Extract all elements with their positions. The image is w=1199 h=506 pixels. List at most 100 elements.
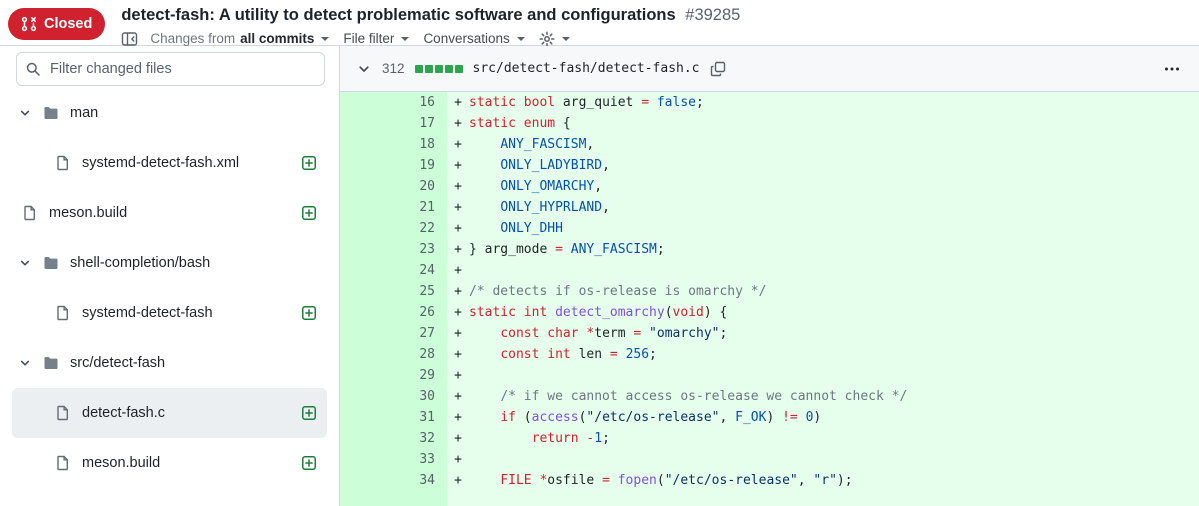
diff-panel: 312 src/detect-fash/detect-fash.c 16 + s…	[340, 46, 1199, 506]
code-token: ,	[719, 410, 736, 425]
code-token: ) {	[703, 305, 728, 320]
line-number[interactable]: 20	[340, 176, 447, 197]
code-text: FILE *osfile = fopen("/etc/os-release", …	[469, 470, 1199, 491]
line-number[interactable]: 23	[340, 239, 447, 260]
code-token: !=	[782, 410, 798, 425]
diffstat	[414, 64, 463, 73]
page-title: detect-fash: A utility to detect problem…	[121, 6, 676, 24]
code-token: ONLY_HYPRLAND	[500, 200, 603, 215]
diff-line: 18 + ANY_FASCISM,	[340, 134, 1199, 155]
file-icon	[55, 305, 71, 321]
line-number[interactable]: 31	[340, 407, 447, 428]
diff-line: 29 +	[340, 365, 1199, 386]
tree-item-label: meson.build	[49, 205, 128, 221]
file-icon	[55, 155, 71, 171]
line-number[interactable]: 22	[340, 218, 447, 239]
git-pull-request-closed-icon	[21, 16, 37, 32]
file-options-button[interactable]	[1163, 61, 1181, 77]
line-number[interactable]: 33	[340, 449, 447, 470]
line-number[interactable]: 29	[340, 365, 447, 386]
code-token: ,	[602, 200, 610, 215]
diff-line: 32 + return -1;	[340, 428, 1199, 449]
code-token: access	[531, 410, 579, 425]
tree-folder-man[interactable]: man	[12, 88, 327, 138]
code-token: term	[594, 326, 634, 341]
diff-line: 16 + static bool arg_quiet = false;	[340, 92, 1199, 113]
file-icon	[55, 455, 71, 471]
changes-from-value: all commits	[240, 31, 315, 46]
code-token: arg_quiet	[555, 95, 642, 110]
code-token: osfile	[547, 473, 603, 488]
line-number[interactable]: 19	[340, 155, 447, 176]
diff-settings-dropdown[interactable]	[537, 30, 572, 47]
tree-item-label: shell-completion/bash	[70, 255, 211, 271]
tree-folder-shell-completion-bash[interactable]: shell-completion/bash	[12, 238, 327, 288]
line-number[interactable]: 34	[340, 470, 447, 491]
code-token: ,	[602, 158, 610, 173]
chevron-down-icon	[18, 256, 32, 270]
line-number[interactable]: 16	[340, 92, 447, 113]
tree-file-meson-build[interactable]: meson.build	[12, 188, 327, 238]
chevron-down-icon	[18, 356, 32, 370]
diff-line: 34 + FILE *osfile = fopen("/etc/os-releas…	[340, 470, 1199, 491]
code-text: ONLY_DHH	[469, 218, 1199, 239]
line-number[interactable]: 17	[340, 113, 447, 134]
code-token: "omarchy"	[649, 326, 720, 341]
diff-line: 19 + ONLY_LADYBIRD,	[340, 155, 1199, 176]
code-text: static int detect_omarchy(void) {	[469, 302, 1199, 323]
diffstat-block	[414, 64, 423, 73]
file-filter-dropdown[interactable]: File filter	[341, 31, 411, 46]
code-token: enum	[523, 116, 556, 131]
content: man systemd-detect-fash.xml meson.build she…	[0, 46, 1199, 506]
collapse-file-button[interactable]	[356, 61, 372, 77]
changes-from-dropdown[interactable]: Changes from all commits	[148, 31, 331, 46]
tree-file-systemd-detect-fash[interactable]: systemd-detect-fash	[12, 288, 327, 338]
diff-line: 33 +	[340, 449, 1199, 470]
copy-path-button[interactable]	[710, 61, 726, 77]
conversations-label: Conversations	[423, 31, 510, 46]
diff-marker: +	[447, 197, 469, 218]
conversations-dropdown[interactable]: Conversations	[421, 31, 526, 46]
line-number[interactable]: 28	[340, 344, 447, 365]
header-main: detect-fash: A utility to detect problem…	[121, 6, 740, 49]
line-number[interactable]: 25	[340, 281, 447, 302]
line-number[interactable]: 24	[340, 260, 447, 281]
line-number[interactable]: 26	[340, 302, 447, 323]
code-token: if	[500, 410, 516, 425]
line-number[interactable]: 27	[340, 323, 447, 344]
code-token: (	[515, 410, 532, 425]
caret-down-icon	[401, 36, 410, 41]
code-token: ,	[797, 473, 814, 488]
line-number[interactable]: 30	[340, 386, 447, 407]
code-token: =	[602, 473, 610, 488]
diffstat-block	[424, 64, 433, 73]
tree-file-meson-build[interactable]: meson.build	[12, 438, 327, 488]
folder-icon	[43, 255, 59, 271]
tree-item-label: systemd-detect-fash	[82, 305, 213, 321]
line-number[interactable]: 18	[340, 134, 447, 155]
code-token: F_OK	[735, 410, 767, 425]
tree-file-systemd-detect-fash-xml[interactable]: systemd-detect-fash.xml	[12, 138, 327, 188]
code-text: /* detects if os-release is omarchy */	[469, 281, 1199, 302]
sidebar-toggle-button[interactable]	[121, 31, 138, 47]
line-number[interactable]: 32	[340, 428, 447, 449]
code-token: ;	[649, 347, 657, 362]
tree-folder-src-detect-fash[interactable]: src/detect-fash	[12, 338, 327, 388]
tree-item-label: src/detect-fash	[70, 355, 166, 371]
code-text: static enum {	[469, 113, 1199, 134]
diff-line: 25 +/* detects if os-release is omarchy *…	[340, 281, 1199, 302]
code-token: /* if we cannot access os-release we can…	[500, 389, 908, 404]
tree-file-detect-fash-c[interactable]: detect-fash.c	[12, 388, 327, 438]
code-text	[469, 365, 1199, 386]
diff-line: 31 + if (access("/etc/os-release", F_OK) …	[340, 407, 1199, 428]
changes-from-label: Changes from	[150, 31, 236, 46]
code-token: static	[469, 95, 516, 110]
filter-changed-files-input[interactable]	[16, 52, 325, 86]
line-number[interactable]: 21	[340, 197, 447, 218]
diff-marker: +	[447, 92, 469, 113]
